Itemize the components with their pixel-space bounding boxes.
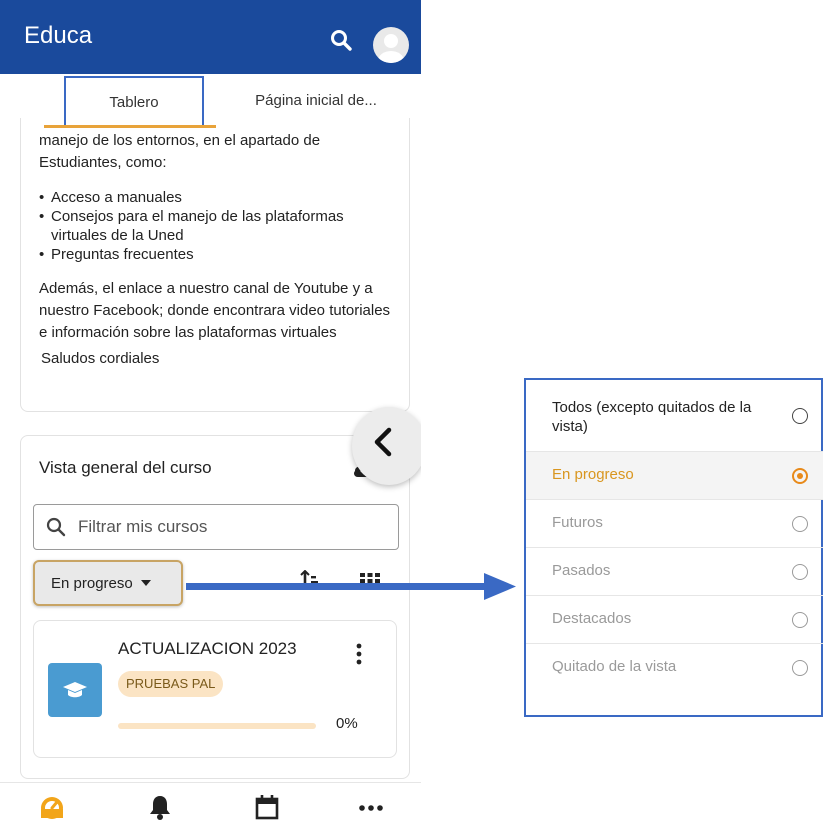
avatar[interactable] bbox=[373, 27, 409, 63]
app-title: Educa bbox=[24, 22, 93, 49]
chevron-left-icon bbox=[374, 427, 392, 457]
radio-unchecked-icon[interactable] bbox=[792, 408, 808, 424]
tab-label: Tablero bbox=[109, 93, 159, 111]
announcement-card: manejo de los entornos, en el apartado d… bbox=[20, 118, 410, 412]
menu-item-quitado[interactable]: Quitado de la vista bbox=[526, 644, 823, 692]
caret-down-icon bbox=[140, 580, 151, 586]
bottom-navigation bbox=[0, 782, 421, 831]
list-item: Preguntas frecuentes bbox=[39, 245, 391, 264]
course-overview-card: Vista general del curso Filtrar mis curs… bbox=[20, 435, 410, 779]
announcement-paragraph: Además, el enlace a nuestro canal de You… bbox=[39, 280, 391, 341]
calendar-icon[interactable] bbox=[253, 793, 281, 821]
dropdown-label: En progreso bbox=[51, 574, 133, 592]
menu-item-pasados[interactable]: Pasados bbox=[526, 548, 823, 596]
search-icon[interactable] bbox=[330, 29, 352, 51]
course-image[interactable] bbox=[48, 663, 102, 717]
graduation-cap-icon bbox=[63, 682, 87, 698]
phone-screen: Educa Tablero Página inicial de... manej… bbox=[0, 0, 421, 831]
menu-item-label: En progreso bbox=[552, 466, 634, 483]
search-icon bbox=[46, 517, 66, 537]
notifications-icon[interactable] bbox=[146, 793, 174, 821]
overview-title: Vista general del curso bbox=[39, 458, 212, 477]
menu-item-en-progreso[interactable]: En progreso bbox=[526, 452, 823, 500]
announcement-list: Acceso a manuales Consejos para el manej… bbox=[39, 188, 391, 264]
kebab-menu-icon[interactable] bbox=[356, 643, 362, 665]
course-progress-text: 0% bbox=[336, 715, 358, 732]
menu-item-futuros[interactable]: Futuros bbox=[526, 500, 823, 548]
menu-item-label: Quitado de la vista bbox=[552, 658, 677, 675]
callout-arrow bbox=[186, 573, 516, 600]
filter-courses-input[interactable]: Filtrar mis cursos bbox=[33, 504, 399, 550]
radio-checked-icon[interactable] bbox=[792, 468, 808, 484]
course-state-menu: Todos (excepto quitados de la vista) En … bbox=[524, 378, 823, 717]
user-icon bbox=[378, 34, 404, 63]
more-icon[interactable] bbox=[357, 793, 385, 821]
menu-item-destacados[interactable]: Destacados bbox=[526, 596, 823, 644]
menu-item-label: Pasados bbox=[552, 562, 611, 579]
filter-placeholder: Filtrar mis cursos bbox=[78, 517, 208, 536]
course-progress-bar bbox=[118, 723, 316, 729]
menu-item-label: Destacados bbox=[552, 610, 632, 627]
course-name[interactable]: ACTUALIZACION 2023 bbox=[118, 639, 297, 659]
radio-unchecked-icon[interactable] bbox=[792, 660, 808, 676]
app-bar: Educa bbox=[0, 0, 421, 74]
course-item[interactable]: ACTUALIZACION 2023 PRUEBAS PAL 0% bbox=[33, 620, 397, 758]
dashboard-icon[interactable] bbox=[38, 793, 66, 821]
menu-item-label: Todos (excepto quitados de la vista) bbox=[552, 399, 752, 435]
course-state-dropdown[interactable]: En progreso bbox=[33, 560, 183, 606]
radio-unchecked-icon[interactable] bbox=[792, 564, 808, 580]
announcement-intro: manejo de los entornos, en el apartado d… bbox=[39, 132, 321, 171]
radio-unchecked-icon[interactable] bbox=[792, 516, 808, 532]
menu-item-todos[interactable]: Todos (excepto quitados de la vista) bbox=[526, 380, 823, 452]
list-item: Acceso a manuales bbox=[39, 188, 391, 207]
announcement-greeting: Saludos cordiales bbox=[41, 350, 160, 367]
menu-item-label: Futuros bbox=[552, 514, 603, 531]
radio-unchecked-icon[interactable] bbox=[792, 612, 808, 628]
list-item: Consejos para el manejo de las plataform… bbox=[39, 207, 391, 245]
block-drawer-toggle[interactable] bbox=[352, 407, 421, 485]
course-category-badge: PRUEBAS PAL bbox=[118, 671, 224, 697]
tab-label: Página inicial de... bbox=[255, 91, 377, 109]
